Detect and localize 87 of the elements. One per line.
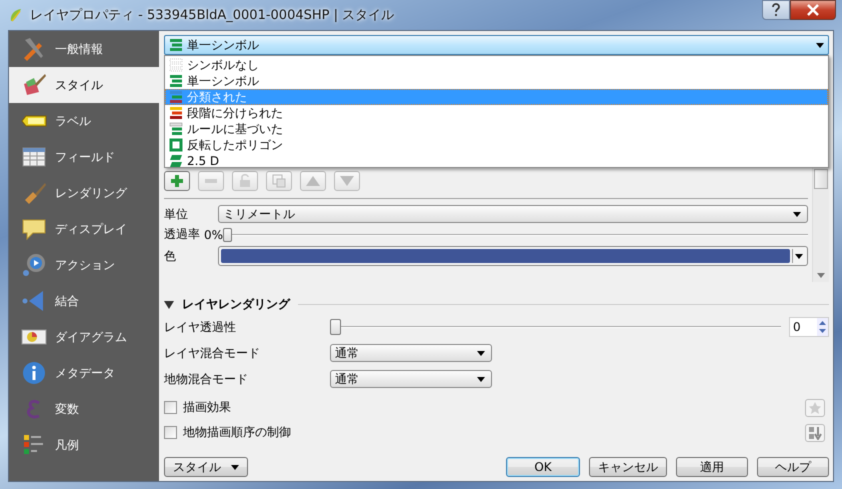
layer-transparency-label: レイヤ透過性 — [164, 318, 237, 336]
unit-label: 単位 — [164, 206, 189, 222]
dropdown-option[interactable]: シンボルなし — [165, 57, 828, 73]
add-button[interactable] — [164, 171, 190, 191]
copy-icon — [271, 174, 287, 188]
dropdown-option[interactable]: 単一シンボル — [165, 73, 828, 89]
sort-button[interactable] — [805, 424, 825, 442]
caret-icon — [793, 212, 801, 216]
categorized-icon — [169, 90, 183, 104]
info-icon — [21, 360, 47, 386]
ok-button[interactable]: OK — [506, 457, 580, 477]
lock-button[interactable] — [232, 171, 258, 191]
sidebar-item[interactable]: アクション — [9, 247, 159, 283]
sidebar-item[interactable]: メタデータ — [9, 355, 159, 391]
brush-icon — [21, 72, 47, 98]
blend-mode-label: レイヤ混合モード — [164, 344, 261, 362]
remove-button[interactable] — [198, 171, 224, 191]
sidebar-item[interactable]: 変数 — [9, 391, 159, 427]
transparency-label: 透過率 — [164, 226, 200, 243]
dialog-button[interactable]: ヘルプ — [757, 457, 829, 477]
scroll-thumb[interactable] — [814, 169, 828, 189]
gear-icon — [21, 252, 47, 278]
unit-dropdown[interactable]: ミリメートル — [218, 205, 808, 223]
graduated-icon — [169, 106, 183, 120]
sidebar-item[interactable]: 結合 — [9, 283, 159, 319]
collapse-icon[interactable] — [164, 300, 174, 308]
transparency-slider[interactable] — [223, 228, 808, 242]
star-icon — [808, 400, 822, 414]
extrusion-icon — [169, 154, 183, 168]
layer-transparency-slider[interactable] — [330, 320, 781, 334]
blend-mode-label: 地物混合モード — [164, 370, 249, 388]
sidebar-item[interactable]: ラベル — [9, 103, 159, 139]
checkbox-label: 地物描画順序の制御 — [183, 424, 292, 441]
style-menu-button[interactable]: スタイル — [164, 457, 248, 477]
dialog-button[interactable]: キャンセル — [589, 457, 667, 477]
rule-tree-icon — [169, 122, 183, 136]
sidebar-item[interactable]: スタイル — [9, 67, 159, 103]
empty-symbol-icon — [169, 58, 183, 72]
sort-icon — [808, 426, 822, 440]
spin-arrows-icon[interactable] — [817, 318, 828, 336]
plus-icon — [169, 174, 185, 188]
app-icon — [8, 7, 24, 23]
renderer-dropdown[interactable]: 単一シンボル — [164, 35, 829, 55]
caret-icon — [816, 42, 824, 48]
transparency-value: 0% — [204, 228, 224, 242]
help-button[interactable] — [762, 0, 790, 20]
caret-icon — [477, 350, 485, 356]
dropdown-option[interactable]: 2.5 D — [165, 153, 828, 169]
close-button[interactable] — [790, 0, 836, 20]
sidebar-item[interactable]: 凡例 — [9, 427, 159, 463]
move-down-button[interactable] — [334, 171, 360, 191]
sidebar-item[interactable]: ダイアグラム — [9, 319, 159, 355]
symbol-bars-icon — [169, 38, 183, 52]
blend-mode-dropdown[interactable]: 通常 — [330, 344, 492, 362]
checkbox-label: 描画効果 — [183, 399, 232, 416]
sidebar-item[interactable]: フィールド — [9, 139, 159, 175]
checkbox[interactable] — [164, 426, 177, 439]
sidebar-item[interactable]: ディスプレイ — [9, 211, 159, 247]
inverted-polygon-icon — [169, 138, 183, 152]
symbol-bars-icon — [169, 74, 183, 88]
sidebar-item[interactable]: レンダリング — [9, 175, 159, 211]
slider-handle[interactable] — [330, 319, 341, 335]
down-triangle-icon — [339, 174, 355, 188]
checkbox[interactable] — [164, 401, 177, 414]
scroll-down-icon[interactable] — [817, 273, 825, 278]
dialog-button[interactable]: 適用 — [676, 457, 748, 477]
effects-button[interactable] — [805, 398, 825, 416]
caret-icon — [231, 464, 239, 470]
move-up-button[interactable] — [300, 171, 326, 191]
blend-mode-dropdown[interactable]: 通常 — [330, 370, 492, 388]
close-icon — [806, 4, 820, 16]
dropdown-option[interactable]: ルールに基づいた — [165, 121, 828, 137]
dropdown-option[interactable]: 反転したポリゴン — [165, 137, 828, 153]
slider-handle[interactable] — [223, 228, 232, 242]
dropdown-option[interactable]: 段階に分けられた — [165, 105, 828, 121]
question-mark-icon — [771, 3, 781, 17]
section-title: レイヤレンダリング — [182, 296, 290, 313]
sidebar-item[interactable]: 一般情報 — [9, 31, 159, 67]
window-title: レイヤプロパティ - 533945BldA_0001-0004SHP | スタイル — [30, 7, 394, 24]
transparency-spinbox[interactable]: 0 — [789, 317, 829, 337]
lock-icon — [237, 174, 253, 188]
caret-icon — [477, 376, 485, 382]
duplicate-button[interactable] — [266, 171, 292, 191]
color-label: 色 — [164, 248, 177, 264]
caret-icon — [795, 254, 803, 258]
color-button[interactable] — [218, 246, 808, 266]
up-triangle-icon — [305, 174, 321, 188]
